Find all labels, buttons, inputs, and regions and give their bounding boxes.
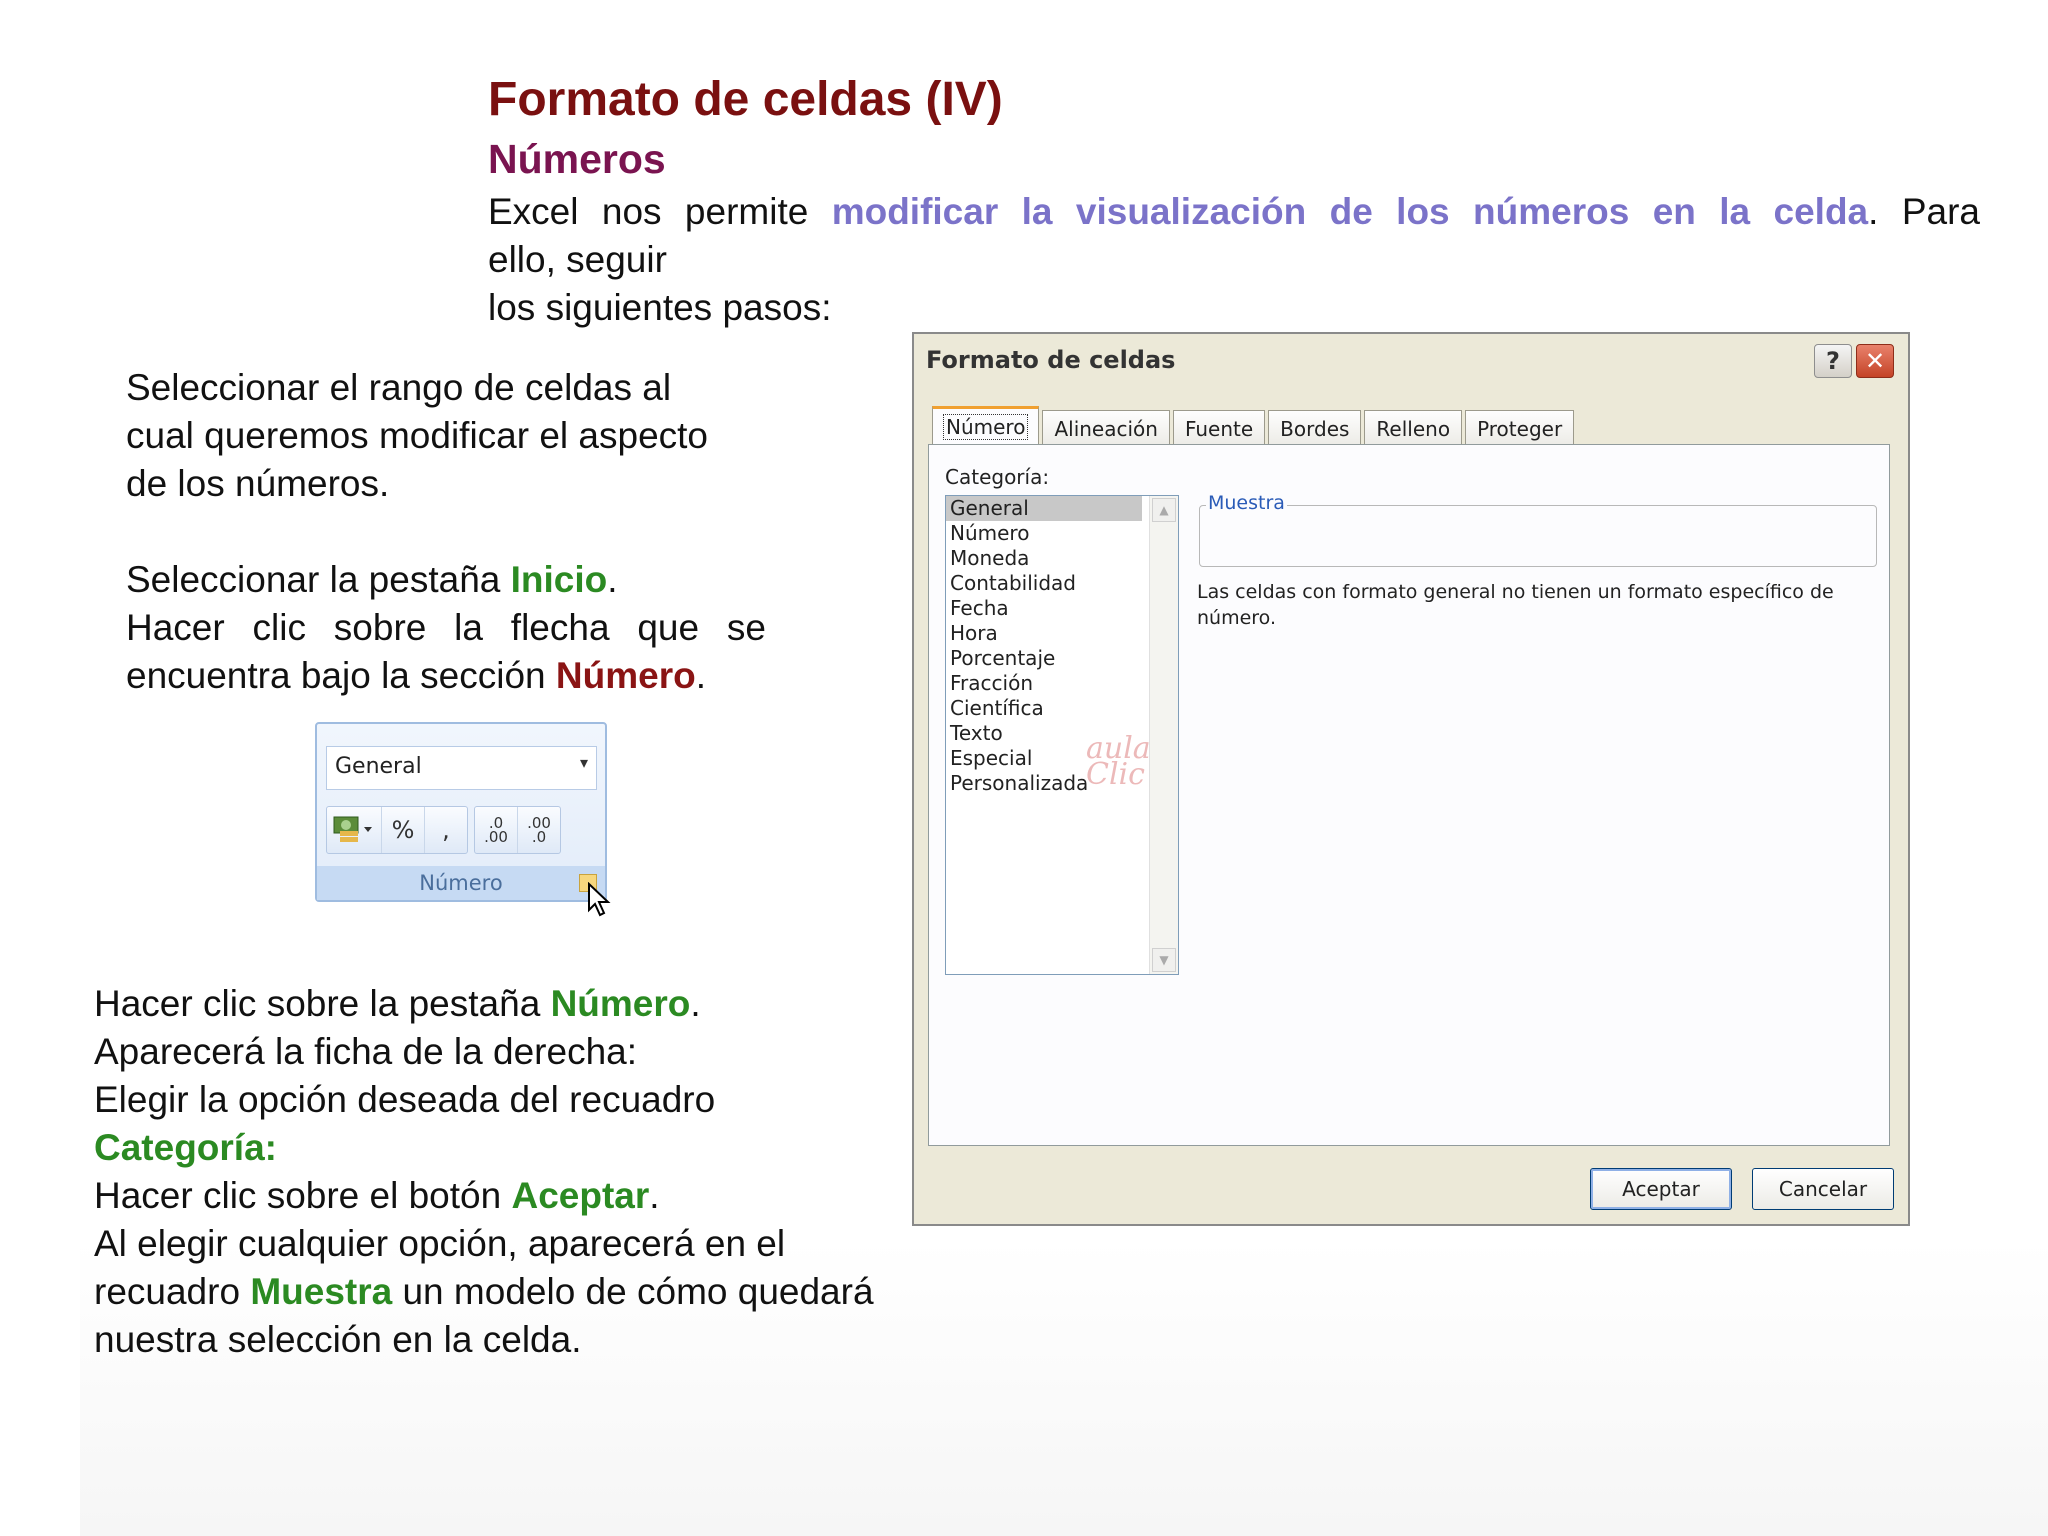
dialog-titlebar[interactable]: Formato de celdas ? ✕ (914, 334, 1908, 386)
help-button[interactable]: ? (1814, 344, 1852, 378)
ribbon-group-label: Número (317, 866, 605, 900)
step3-l1-pre: Hacer clic sobre la pestaña (94, 983, 551, 1024)
step2-bold: Inicio (510, 559, 608, 600)
step3-line7: recuadro Muestra un modelo de cómo queda… (94, 1268, 874, 1316)
number-format-value: General (335, 754, 422, 779)
step3-line8: nuestra selección en la celda. (94, 1319, 582, 1360)
category-item-hora[interactable]: Hora (946, 621, 1142, 646)
category-item-porcentaje[interactable]: Porcentaje (946, 646, 1142, 671)
category-item-contabilidad[interactable]: Contabilidad (946, 571, 1142, 596)
category-item-cientifica[interactable]: Científica (946, 696, 1142, 721)
sample-label: Muestra (1206, 492, 1287, 514)
scroll-down-icon[interactable]: ▼ (1152, 948, 1176, 972)
ribbon-buttons: % , .0 .00 .00 .0 (326, 806, 561, 854)
step2-line3-bold: Número (555, 655, 696, 696)
step2-line3-pre: encuentra bajo la sección (126, 655, 556, 696)
tab-fuente[interactable]: Fuente (1172, 410, 1266, 446)
step2-line2: Hacer clic sobre la flecha que se (126, 607, 766, 648)
step2-line3-post: . (695, 655, 706, 696)
category-item-general[interactable]: General (946, 496, 1142, 521)
format-button-group: % , (326, 806, 468, 854)
step3-line3: Elegir la opción deseada del recuadro (94, 1079, 716, 1120)
step3-l1-post: . (690, 983, 701, 1024)
tab-proteger[interactable]: Proteger (1465, 410, 1575, 446)
ribbon-number-group: General ▾ % , .0 .00 .00 .0 Número (315, 722, 611, 917)
step2-post: . (607, 559, 618, 600)
comma-style-icon[interactable]: , (425, 807, 467, 853)
tab-relleno[interactable]: Relleno (1364, 410, 1463, 446)
intro-line-1: Excel nos permite modificar la visualiza… (488, 188, 1980, 236)
help-icon: ? (1826, 347, 1840, 375)
step3-l7-post: un modelo de cómo quedará (392, 1271, 874, 1312)
step1-line1: Seleccionar el rango de celdas al (126, 367, 672, 408)
intro-line-3: los siguientes pasos: (488, 287, 832, 328)
dialog-title: Formato de celdas (926, 346, 1176, 374)
ok-button[interactable]: Aceptar (1590, 1168, 1732, 1210)
close-button[interactable]: ✕ (1856, 344, 1894, 378)
step3-line6: Al elegir cualquier opción, aparecerá en… (94, 1223, 786, 1264)
step3-line1: Hacer clic sobre la pestaña Número. (94, 980, 701, 1028)
tab-numero[interactable]: Número (932, 406, 1040, 446)
tab-pane-numero: Categoría: General Número Moneda Contabi… (928, 444, 1890, 1146)
category-item-fecha[interactable]: Fecha (946, 596, 1142, 621)
tab-bordes[interactable]: Bordes (1268, 410, 1362, 446)
intro-line-2: ello, seguir (488, 239, 667, 280)
number-format-combo[interactable]: General ▾ (326, 746, 597, 790)
category-listbox[interactable]: General Número Moneda Contabilidad Fecha… (945, 495, 1179, 975)
step2-line1: Seleccionar la pestaña Inicio. (126, 556, 618, 604)
cancel-button[interactable]: Cancelar (1752, 1168, 1894, 1210)
step3-l7-pre: recuadro (94, 1271, 251, 1312)
mouse-cursor-icon (588, 882, 611, 917)
step3-l1-bold: Número (550, 983, 691, 1024)
step3-l5-pre: Hacer clic sobre el botón (94, 1175, 512, 1216)
chevron-down-icon[interactable]: ▾ (580, 753, 588, 772)
step2-pre: Seleccionar la pestaña (126, 559, 511, 600)
dialog-tabs: Número Alineación Fuente Bordes Relleno … (932, 406, 1577, 446)
decimal-button-group: .0 .00 .00 .0 (474, 806, 561, 854)
percent-icon[interactable]: % (382, 807, 425, 853)
step3-line4: Categoría: (94, 1127, 277, 1168)
step3-l5-bold: Aceptar (511, 1175, 650, 1216)
step1-line2: cual queremos modificar el aspecto (126, 415, 709, 456)
close-icon: ✕ (1864, 347, 1886, 375)
slide-title: Formato de celdas (IV) (488, 73, 1003, 126)
step3-l7-bold: Muestra (250, 1271, 393, 1312)
step3-line2: Aparecerá la ficha de la derecha: (94, 1031, 638, 1072)
scroll-up-icon[interactable]: ▲ (1152, 498, 1176, 522)
category-item-fraccion[interactable]: Fracción (946, 671, 1142, 696)
decrease-decimal-icon[interactable]: .00 .0 (518, 807, 560, 853)
intro-post: . Para (1868, 191, 1980, 232)
intro-highlight: modificar la visualización de los número… (831, 191, 1869, 232)
step3-l5-post: . (649, 1175, 660, 1216)
category-item-moneda[interactable]: Moneda (946, 546, 1142, 571)
category-scrollbar[interactable]: ▲ ▼ (1149, 496, 1178, 974)
tab-numero-label: Número (942, 414, 1029, 440)
category-item-numero[interactable]: Número (946, 521, 1142, 546)
currency-icon[interactable] (327, 807, 382, 853)
slide-subtitle: Números (488, 136, 666, 182)
sample-box: Muestra (1199, 492, 1877, 567)
category-label: Categoría: (945, 465, 1050, 489)
format-description: Las celdas con formato general no tienen… (1197, 581, 1834, 629)
increase-decimal-icon[interactable]: .0 .00 (475, 807, 518, 853)
step2-line3: encuentra bajo la sección Número. (126, 652, 706, 700)
tab-alineacion[interactable]: Alineación (1042, 410, 1170, 446)
format-cells-dialog: Formato de celdas ? ✕ Número Alineación … (912, 332, 1910, 1226)
step1-line3: de los números. (126, 463, 390, 504)
intro-pre: Excel nos permite (488, 191, 832, 232)
step3-line5: Hacer clic sobre el botón Aceptar. (94, 1172, 660, 1220)
